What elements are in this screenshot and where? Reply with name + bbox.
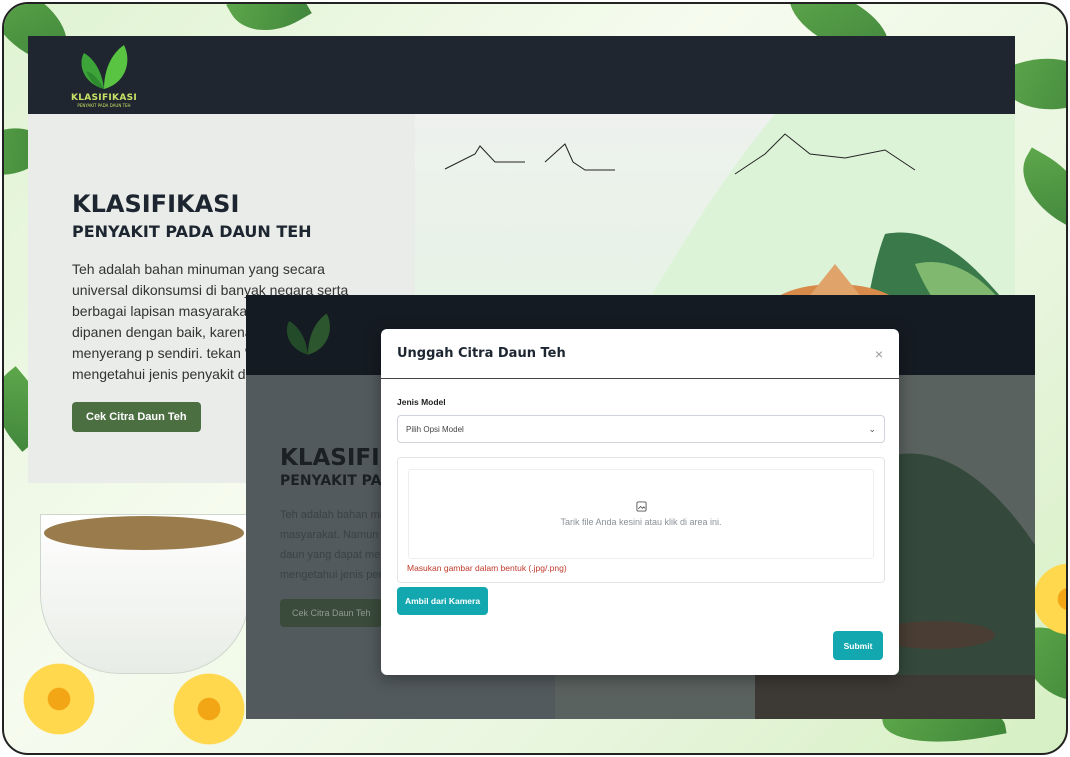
tea-leaf-logo-icon bbox=[81, 44, 128, 89]
upload-modal: Unggah Citra Daun Teh × Jenis Model Pili… bbox=[381, 329, 899, 675]
dropzone-text: Tarik file Anda kesini atau klik di area… bbox=[560, 517, 722, 527]
hero-title: KLASIFIKASI bbox=[72, 190, 240, 218]
file-dropzone[interactable]: Tarik file Anda kesini atau klik di area… bbox=[408, 469, 874, 559]
logo[interactable]: KLASIFIKASI PENYAKIT PADA DAUN TEH bbox=[68, 43, 140, 108]
upload-card: Tarik file Anda kesini atau klik di area… bbox=[397, 457, 885, 583]
check-leaf-image-button-dimmed: Cek Citra Daun Teh bbox=[280, 599, 383, 627]
chevron-down-icon: ⌄ bbox=[868, 423, 876, 434]
close-icon[interactable]: × bbox=[875, 346, 883, 362]
model-type-label: Jenis Model bbox=[397, 397, 446, 407]
tea-leaf-logo-icon bbox=[286, 313, 330, 355]
file-format-error: Masukan gambar dalam bentuk (.jpg/.png) bbox=[407, 563, 567, 573]
leaf-decoration bbox=[1006, 147, 1066, 231]
take-from-camera-button[interactable]: Ambil dari Kamera bbox=[397, 587, 488, 615]
model-select-value: Pilih Opsi Model bbox=[406, 424, 464, 434]
model-select[interactable]: Pilih Opsi Model ⌄ bbox=[397, 415, 885, 443]
hero-subtitle: PENYAKIT PADA DAUN TEH bbox=[72, 222, 312, 241]
modal-header: Unggah Citra Daun Teh × bbox=[381, 329, 899, 379]
navbar: KLASIFIKASI PENYAKIT PADA DAUN TEH bbox=[28, 36, 1015, 114]
tea-surface bbox=[44, 516, 244, 550]
submit-button[interactable]: Submit bbox=[833, 631, 883, 660]
modal-body: Jenis Model Pilih Opsi Model ⌄ Tarik fil… bbox=[381, 379, 899, 583]
logo-tagline: PENYAKIT PADA DAUN TEH bbox=[77, 102, 131, 108]
modal-title: Unggah Citra Daun Teh bbox=[397, 346, 566, 361]
check-leaf-image-button[interactable]: Cek Citra Daun Teh bbox=[72, 402, 201, 432]
image-icon bbox=[635, 501, 647, 515]
logo-name: KLASIFIKASI bbox=[70, 92, 138, 103]
